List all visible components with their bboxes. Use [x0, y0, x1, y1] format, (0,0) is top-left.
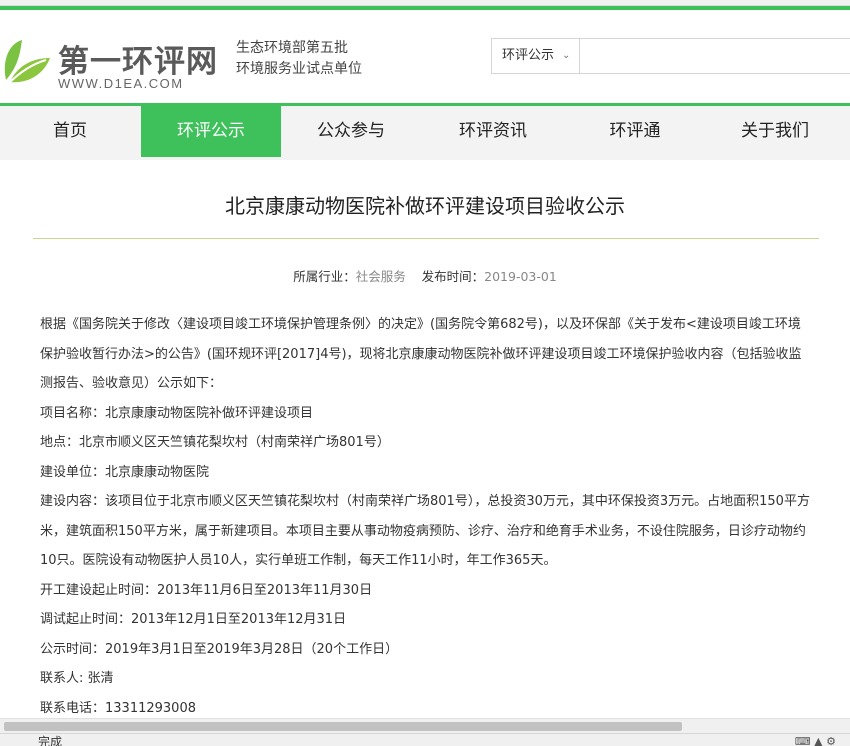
site-slogan: 生态环境部第五批 环境服务业试点单位: [236, 38, 362, 80]
article: 北京康康动物医院补做环评建设项目验收公示 所属行业：社会服务 发布时间：2019…: [0, 160, 850, 720]
site-header: 第一环评网 WWW.D1EA.COM 生态环境部第五批 环境服务业试点单位 环评…: [0, 10, 850, 104]
search-input[interactable]: [582, 41, 842, 71]
search-box: 环评公示 ⌄: [491, 38, 850, 74]
article-meta: 所属行业：社会服务 发布时间：2019-03-01: [0, 266, 850, 285]
chevron-down-icon: ⌄: [562, 50, 571, 61]
nav-item-eia-news[interactable]: 环评资讯: [421, 106, 565, 157]
scrollbar-thumb[interactable]: [4, 722, 682, 731]
paragraph-construction-period: 开工建设起止时间：2013年11月6日至2013年11月30日: [40, 582, 373, 598]
slogan-line-1: 生态环境部第五批: [236, 40, 348, 56]
article-title: 北京康康动物医院补做环评建设项目验收公示: [225, 194, 625, 218]
nav-item-eia-tong[interactable]: 环评通: [565, 106, 705, 157]
slogan-line-2: 环境服务业试点单位: [236, 61, 362, 77]
nav-item-public-participation[interactable]: 公众参与: [281, 106, 421, 157]
publish-date-label: 发布时间：: [421, 269, 485, 284]
main-nav: 首页 环评公示 公众参与 环评资讯 环评通 关于我们: [0, 106, 850, 160]
logo-chinese-text: 第一环评网: [58, 44, 218, 80]
leaf-logo-icon: [4, 40, 50, 85]
logo-domain-text: WWW.D1EA.COM: [58, 76, 184, 91]
title-divider: [33, 238, 819, 239]
horizontal-scrollbar[interactable]: [0, 718, 850, 733]
paragraph-contact-person: 联系人: 张清: [40, 671, 114, 686]
status-icons: ⌨ ▲ ⚙: [794, 735, 836, 746]
nav-item-about-us[interactable]: 关于我们: [705, 106, 845, 157]
nav-item-eia-notice[interactable]: 环评公示: [141, 106, 281, 157]
search-category-label: 环评公示: [502, 48, 555, 63]
paragraph-builder: 建设单位：北京康康动物医院: [40, 464, 210, 480]
article-body: 根据《国务院关于修改〈建设项目竣工环境保护管理条例〉的决定》(国务院令第682号…: [40, 310, 810, 723]
paragraph-location: 地点：北京市顺义区天竺镇花梨坎村（村南荣祥广场801号）: [40, 435, 390, 450]
publish-date-value: 2019-03-01: [484, 269, 557, 284]
paragraph-project-name: 项目名称：北京康康动物医院补做环评建设项目: [40, 405, 314, 421]
industry-value: 社会服务: [355, 269, 406, 284]
paragraph-intro: 根据《国务院关于修改〈建设项目竣工环境保护管理条例〉的决定》(国务院令第682号…: [40, 317, 802, 391]
status-text: 完成: [38, 735, 63, 746]
industry-label: 所属行业：: [293, 269, 356, 284]
paragraph-debug-period: 调试起止时间：2013年12月1日至2013年12月31日: [40, 612, 347, 627]
paragraph-notice-period: 公示时间：2019年3月1日至2019年3月28日（20个工作日）: [40, 641, 399, 657]
search-category-select[interactable]: 环评公示 ⌄: [492, 39, 580, 73]
site-logo[interactable]: 第一环评网 WWW.D1EA.COM: [0, 32, 230, 94]
paragraph-content: 建设内容：该项目位于北京市顺义区天竺镇花梨坎村（村南荣祥广场801号），总投资3…: [40, 494, 810, 568]
browser-status-bar: 完成 ⌨ ▲ ⚙: [0, 733, 850, 746]
nav-item-home[interactable]: 首页: [0, 106, 140, 157]
